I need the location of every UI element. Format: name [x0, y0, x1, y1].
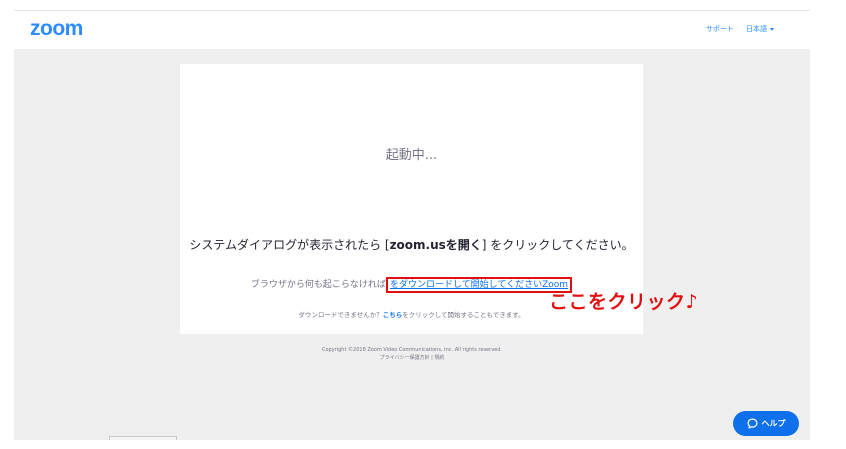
- instruction-suffix: ] をクリックしてください。: [481, 238, 634, 252]
- browser-fallback-text: ブラウザから何も起こらなければ: [250, 280, 386, 290]
- browser-page: zoom サポート 日本語 起動中... システムダイアログが表示されたら [z…: [14, 10, 810, 440]
- click-here-annotation: ここをクリック♪: [549, 291, 699, 313]
- chat-bubble-icon: [746, 418, 758, 429]
- language-label: 日本語: [746, 25, 767, 33]
- tab-stub: [109, 436, 177, 440]
- copyright-text: Copyright ©2018 Zoom Video Communication…: [322, 347, 502, 353]
- zoom-logo[interactable]: zoom: [30, 17, 83, 41]
- chevron-down-icon: [770, 27, 774, 31]
- cannot-download-suffix: をクリックして開始することもできます。: [402, 311, 525, 319]
- launching-status: 起動中...: [385, 148, 438, 163]
- cannot-download-text: ダウンロードできませんか？: [298, 311, 383, 319]
- here-link[interactable]: こちら: [383, 311, 403, 319]
- download-zoom-link[interactable]: をダウンロードして開始してくださいZoom: [385, 277, 573, 293]
- language-selector[interactable]: 日本語: [746, 24, 774, 34]
- instruction-prefix: システムダイアログが表示されたら [: [189, 238, 390, 252]
- help-button[interactable]: ヘルプ: [733, 411, 799, 436]
- top-header: zoom サポート 日本語: [14, 10, 810, 49]
- page-footer: Copyright ©2018 Zoom Video Communication…: [14, 346, 810, 362]
- dialog-instruction: システムダイアログが表示されたら [zoom.usを開く] をクリックしてくださ…: [180, 236, 643, 253]
- help-label: ヘルプ: [761, 419, 786, 428]
- footer-links[interactable]: プライバシー保護方針 | 規約: [14, 354, 810, 362]
- support-link[interactable]: サポート: [706, 24, 734, 34]
- open-zoom-label: zoom.usを開く: [389, 238, 482, 252]
